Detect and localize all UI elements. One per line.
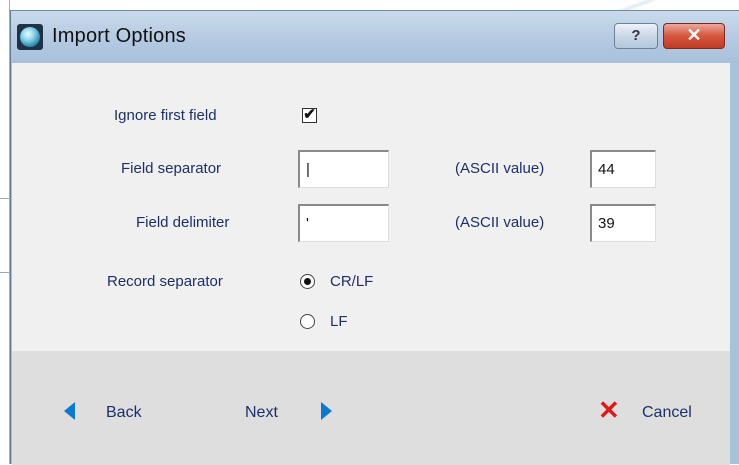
back-arrow-icon[interactable] [64, 402, 75, 420]
background-edge-mark [0, 272, 9, 273]
cancel-icon[interactable]: ✕ [598, 397, 620, 423]
next-arrow-icon[interactable] [321, 402, 332, 420]
record-separator-crlf-label[interactable]: CR/LF [330, 273, 373, 290]
app-icon [17, 24, 43, 50]
dialog-body: Ignore first field ✔ Field separator (AS… [12, 63, 730, 465]
record-separator-lf-label[interactable]: LF [330, 313, 348, 330]
field-separator-input[interactable] [298, 150, 389, 188]
import-options-dialog: Import Options ? ✕ Ignore first field ✔ … [10, 10, 739, 465]
back-button[interactable]: Back [106, 404, 142, 422]
button-bar: Back Next ✕ Cancel [12, 351, 730, 465]
close-button[interactable]: ✕ [663, 23, 725, 49]
record-separator-label: Record separator [107, 273, 223, 290]
field-separator-ascii-input[interactable] [590, 150, 656, 188]
field-delimiter-ascii-input[interactable] [590, 204, 656, 242]
field-delimiter-input[interactable] [298, 204, 389, 242]
cancel-button[interactable]: Cancel [642, 404, 692, 422]
field-delimiter-ascii-label: (ASCII value) [455, 214, 545, 231]
help-button[interactable]: ? [614, 23, 658, 49]
field-separator-label: Field separator [121, 160, 222, 177]
dialog-title: Import Options [52, 25, 186, 47]
ignore-first-field-label: Ignore first field [114, 107, 217, 124]
next-button[interactable]: Next [245, 404, 278, 422]
record-separator-crlf-radio[interactable] [300, 274, 315, 289]
field-separator-ascii-label: (ASCII value) [455, 160, 545, 177]
record-separator-lf-radio[interactable] [300, 314, 315, 329]
field-delimiter-label: Field delimiter [136, 214, 230, 231]
title-bar[interactable]: Import Options ? ✕ [11, 11, 739, 63]
ignore-first-field-checkbox[interactable]: ✔ [302, 107, 317, 123]
background-edge-mark [0, 198, 9, 199]
